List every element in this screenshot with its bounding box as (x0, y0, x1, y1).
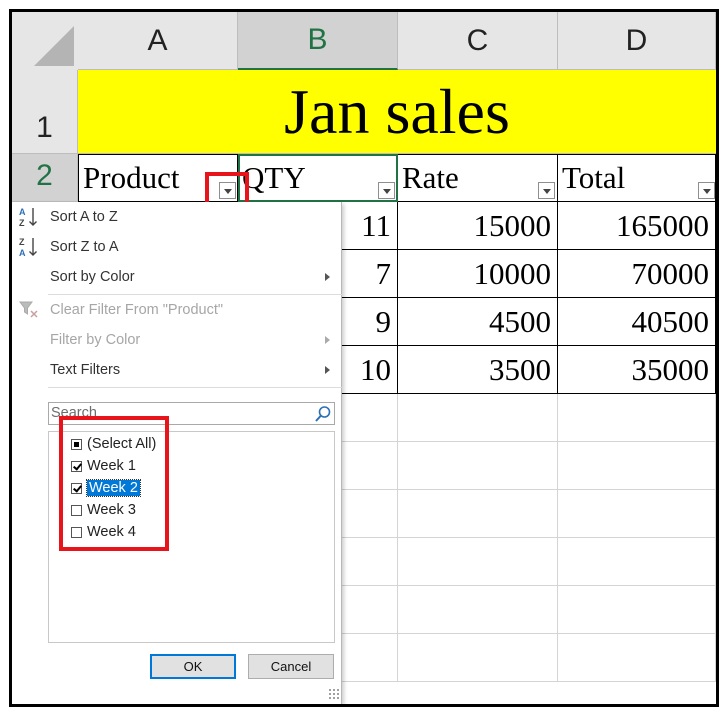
column-header-a[interactable]: A (78, 12, 238, 70)
menu-item-clear-filter[interactable]: Clear Filter From "Product" (50, 299, 223, 321)
header-cell-rate[interactable]: Rate (398, 154, 558, 202)
grid-cell[interactable] (398, 586, 558, 634)
cell-total-3[interactable]: 40500 (558, 298, 716, 346)
grid-cell[interactable] (558, 634, 716, 682)
corner-triangle-icon (34, 26, 74, 66)
grid-cell[interactable] (398, 394, 558, 442)
cell-rate-4[interactable]: 3500 (398, 346, 558, 394)
cell-rate-3[interactable]: 4500 (398, 298, 558, 346)
cell-total-1[interactable]: 165000 (558, 202, 716, 250)
grid-cell[interactable] (398, 538, 558, 586)
filter-dropdown-rate[interactable] (538, 182, 555, 199)
svg-text:Z: Z (19, 237, 25, 247)
cell-total-4[interactable]: 35000 (558, 346, 716, 394)
header-label-rate: Rate (402, 160, 459, 195)
header-label-product: Product (83, 160, 180, 195)
svg-text:A: A (19, 207, 26, 217)
select-all-corner[interactable] (12, 12, 79, 71)
title-cell[interactable]: Jan sales (78, 70, 716, 154)
menu-separator (48, 294, 342, 295)
column-header-d[interactable]: D (558, 12, 716, 70)
grid-cell[interactable] (342, 394, 398, 442)
clear-filter-icon (19, 301, 38, 318)
grid-cell[interactable] (558, 538, 716, 586)
column-header-c[interactable]: C (398, 12, 558, 70)
grid-cell[interactable] (398, 490, 558, 538)
menu-item-filter-by-color[interactable]: Filter by Color (50, 329, 140, 351)
row-header-2[interactable]: 2 (12, 154, 78, 202)
highlight-box-checklist (59, 416, 169, 551)
grid-cell[interactable] (342, 538, 398, 586)
autofilter-menu: A Z Sort A to Z Z A Sort Z to A Sort by … (12, 202, 342, 704)
cell-total-2[interactable]: 70000 (558, 250, 716, 298)
submenu-arrow-icon (325, 336, 330, 344)
menu-item-sort-az[interactable]: Sort A to Z (50, 206, 118, 228)
cell-rate-2[interactable]: 10000 (398, 250, 558, 298)
column-header-b[interactable]: B (238, 12, 398, 70)
svg-text:A: A (19, 248, 26, 258)
grid-cell[interactable] (398, 634, 558, 682)
header-cell-qty[interactable]: QTY (238, 154, 398, 202)
grid-cell[interactable] (558, 490, 716, 538)
menu-item-sort-by-color[interactable]: Sort by Color (50, 266, 135, 288)
grid-cell[interactable] (342, 490, 398, 538)
row-header-1[interactable]: 1 (12, 70, 78, 154)
filter-dropdown-total[interactable] (698, 182, 715, 199)
menu-item-sort-za[interactable]: Sort Z to A (50, 236, 119, 258)
submenu-arrow-icon (325, 273, 330, 281)
header-label-qty: QTY (242, 160, 306, 195)
svg-text:Z: Z (19, 218, 25, 228)
grid-cell[interactable] (558, 586, 716, 634)
grid-cell[interactable] (398, 442, 558, 490)
grid-cell[interactable] (342, 586, 398, 634)
filter-dropdown-qty[interactable] (378, 182, 395, 199)
header-label-total: Total (562, 160, 626, 195)
grid-cell[interactable] (558, 442, 716, 490)
cell-rate-1[interactable]: 15000 (398, 202, 558, 250)
sort-az-icon: A Z (19, 207, 37, 228)
submenu-arrow-icon (325, 366, 330, 374)
search-icon (315, 406, 331, 422)
spreadsheet-window: A B C D 1 2 Jan sales Product QTY Rate T… (9, 9, 719, 707)
grid-cell[interactable] (558, 394, 716, 442)
menu-separator (48, 387, 342, 388)
cancel-button[interactable]: Cancel (248, 654, 334, 679)
menu-item-text-filters[interactable]: Text Filters (50, 359, 120, 381)
grid-cell[interactable] (342, 634, 398, 682)
resize-grip-icon[interactable] (328, 688, 340, 700)
grid-cell[interactable] (342, 442, 398, 490)
sort-za-icon: Z A (19, 237, 37, 258)
header-cell-total[interactable]: Total (558, 154, 716, 202)
ok-button[interactable]: OK (150, 654, 236, 679)
